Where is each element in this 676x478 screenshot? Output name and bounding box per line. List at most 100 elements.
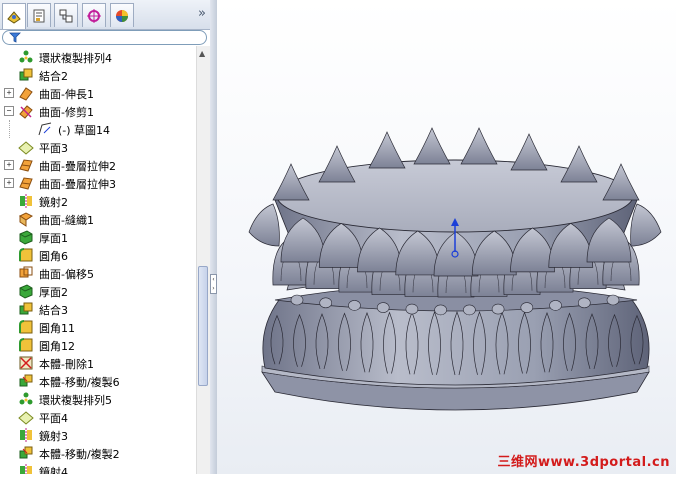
mirror-icon: [20, 464, 32, 474]
bead: [491, 303, 505, 315]
tree-item[interactable]: 結合2: [0, 66, 196, 84]
tree-item-label: 本體-刪除1: [39, 358, 94, 371]
tree-item-label: 結合3: [39, 304, 68, 317]
tree-item[interactable]: + 曲面-伸長1: [0, 84, 196, 102]
dimxpert-tab[interactable]: [82, 3, 106, 27]
plane-icon: [18, 141, 34, 155]
scroll-up-arrow-icon[interactable]: ▲: [199, 49, 205, 58]
expand-toggle-icon[interactable]: +: [4, 178, 14, 188]
tree-filter-input[interactable]: [2, 30, 207, 45]
collapse-panel-handle[interactable]: ‹ ›: [210, 274, 217, 294]
tree-item-label: 環狀複製排列4: [39, 52, 112, 65]
display-manager-icon: [116, 9, 128, 22]
tree-item-label: 鏡射4: [39, 466, 68, 474]
bead: [463, 304, 476, 316]
tree-item[interactable]: + 曲面-疊層拉伸2: [0, 156, 196, 174]
tree-item[interactable]: + 曲面-疊層拉伸3: [0, 174, 196, 192]
tree-item-label: 厚面1: [39, 232, 68, 245]
thicken-icon: [19, 284, 33, 299]
tree-item[interactable]: 曲面-偏移5: [0, 264, 196, 282]
bead: [606, 294, 620, 306]
bead: [290, 294, 304, 306]
feature-manager-icon: [7, 10, 21, 24]
upper-petal: [318, 145, 356, 183]
tree-item-label: 環狀複製排列5: [39, 394, 112, 407]
tree-item-label: (-) 草圖14: [58, 124, 111, 137]
mirror-icon: [20, 194, 32, 208]
tree-item[interactable]: 本體-移動/複製6: [0, 372, 196, 390]
tree-item[interactable]: 結合3: [0, 300, 196, 318]
tree-scrollbar[interactable]: ▲: [196, 46, 210, 474]
upper-petal: [510, 133, 548, 171]
upper-petal: [560, 145, 598, 183]
more-tabs-button[interactable]: »: [198, 6, 206, 21]
tree-item[interactable]: 鏡射3: [0, 426, 196, 444]
tree-item[interactable]: 本體-移動/複製2: [0, 444, 196, 462]
dimxpert-icon: [87, 8, 101, 23]
expand-toggle-icon[interactable]: +: [4, 160, 14, 170]
display-manager-tab[interactable]: [110, 3, 134, 27]
lotus-base-3d-model[interactable]: [217, 0, 676, 474]
tree-item[interactable]: 圓角12: [0, 336, 196, 354]
surface-extend-icon: [19, 87, 33, 101]
tree-item-label: 本體-移動/複製2: [39, 448, 120, 461]
combine-icon: [19, 302, 33, 315]
plane-icon: [18, 411, 34, 425]
delete-body-icon: [19, 356, 33, 370]
expand-toggle-icon[interactable]: −: [4, 106, 14, 116]
tree-item[interactable]: 鏡射2: [0, 192, 196, 210]
bead: [319, 297, 333, 309]
graphics-viewport[interactable]: 三维网www.3dportal.cn: [217, 0, 676, 474]
property-manager-icon: [33, 9, 45, 22]
tree-item-label: 曲面-偏移5: [39, 268, 94, 281]
panel-splitter[interactable]: ‹ ›: [210, 0, 217, 474]
bead: [549, 300, 562, 311]
move-copy-body-icon: [19, 446, 33, 459]
upper-petal: [413, 127, 451, 165]
sketch-icon: [38, 122, 52, 136]
tree-item[interactable]: 本體-刪除1: [0, 354, 196, 372]
mirror-icon: [20, 428, 32, 442]
fillet-icon: [19, 320, 33, 334]
feature-manager-tab[interactable]: [2, 3, 26, 29]
tree-item[interactable]: 圓角6: [0, 246, 196, 264]
feature-tree: 環狀複製排列4 結合2 + 曲面-伸長1 − 曲面-修剪1 (-) 草圖14 平面3 + 曲面-疊…: [0, 46, 196, 474]
surface-trim-icon: [19, 105, 33, 119]
tree-item-label: 曲面-修剪1: [39, 106, 94, 119]
bead: [520, 302, 534, 313]
property-manager-tab[interactable]: [27, 3, 51, 27]
tree-item-label: 本體-移動/複製6: [39, 376, 120, 389]
manager-tab-bar: »: [0, 0, 210, 30]
tree-item-label: 曲面-疊層拉伸3: [39, 178, 116, 191]
bead: [577, 297, 591, 309]
tree-item-label: 圓角11: [39, 322, 75, 335]
side-petal-right: [630, 203, 662, 247]
tree-item-label: 平面4: [39, 412, 68, 425]
filter-icon: [9, 32, 21, 43]
tree-item[interactable]: 厚面2: [0, 282, 196, 300]
tree-item[interactable]: 平面4: [0, 408, 196, 426]
side-petal-left: [248, 203, 280, 247]
bead: [376, 302, 390, 313]
tree-item[interactable]: 厚面1: [0, 228, 196, 246]
tree-item[interactable]: 圓角11: [0, 318, 196, 336]
combine-icon: [19, 68, 33, 81]
expand-toggle-icon[interactable]: +: [4, 88, 14, 98]
tree-item-label: 鏡射2: [39, 196, 68, 209]
surface-loft-icon: [19, 177, 33, 190]
circular-pattern-icon: [19, 50, 33, 63]
tree-item[interactable]: − 曲面-修剪1: [0, 102, 196, 120]
tree-connector: [9, 120, 10, 138]
feature-manager-panel: » 環狀複製排列4 結合2 + 曲面-伸長1 − 曲面-修剪1 (-) 草圖14 平面3 + 曲面…: [0, 0, 211, 474]
tree-item-label: 圓角12: [39, 340, 75, 353]
tree-item[interactable]: 環狀複製排列4: [0, 48, 196, 66]
tree-item[interactable]: 鏡射4: [0, 462, 196, 474]
tree-item[interactable]: 曲面-縫織1: [0, 210, 196, 228]
tree-item-label: 厚面2: [39, 286, 68, 299]
tree-item[interactable]: 環狀複製排列5: [0, 390, 196, 408]
configuration-manager-tab[interactable]: [54, 3, 78, 27]
fillet-icon: [19, 248, 33, 262]
tree-item[interactable]: (-) 草圖14: [0, 120, 196, 138]
scrollbar-thumb[interactable]: [198, 266, 208, 386]
tree-item[interactable]: 平面3: [0, 138, 196, 156]
